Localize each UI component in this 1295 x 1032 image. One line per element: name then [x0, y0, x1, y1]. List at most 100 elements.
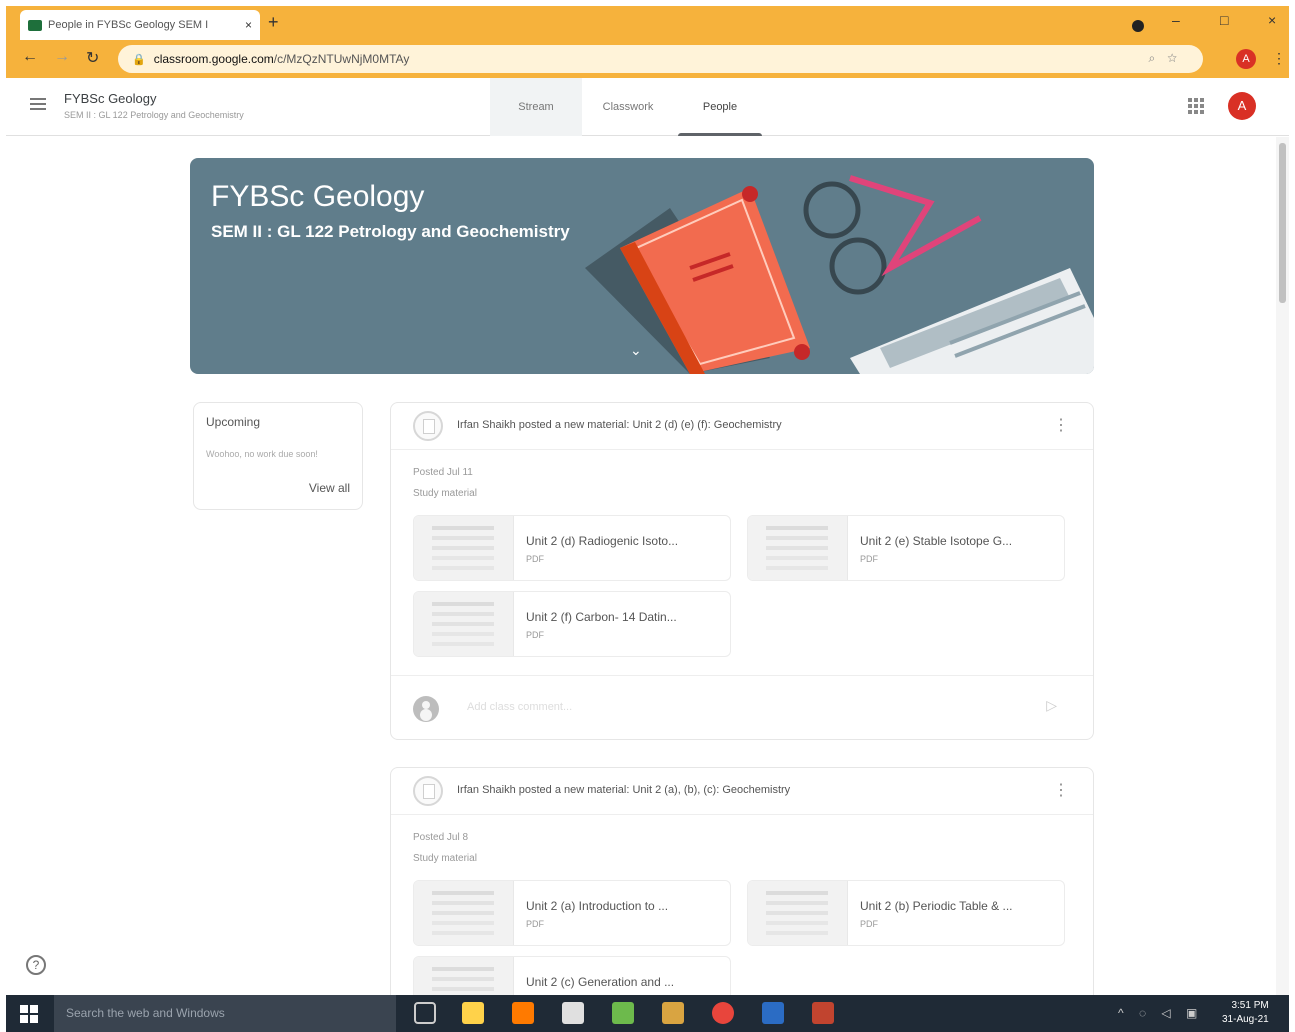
windows-start-icon[interactable] [20, 1005, 38, 1023]
attachment-card[interactable]: Unit 2 (f) Carbon- 14 Datin... PDF [413, 591, 731, 657]
comment-input[interactable]: Add class comment... [467, 701, 572, 713]
banner-title: FYBSc Geology [211, 180, 425, 213]
help-icon[interactable]: ? [26, 955, 46, 975]
post-kind: Study material [413, 488, 477, 499]
book-icon [585, 186, 810, 374]
attachment-name: Unit 2 (d) Radiogenic Isoto... [526, 534, 679, 548]
more-options-icon[interactable]: ⋮ [1053, 780, 1069, 800]
app-icon[interactable] [612, 1002, 634, 1024]
chevron-down-icon[interactable]: ⌄ [630, 342, 642, 359]
pdf-thumbnail [414, 516, 514, 580]
divider [391, 449, 1093, 450]
window-close-button[interactable]: × [1268, 12, 1276, 28]
scrollbar-thumb[interactable] [1279, 143, 1286, 303]
extension-icon[interactable] [1132, 20, 1144, 32]
tab-classwork[interactable]: Classwork [582, 78, 674, 136]
address-bar[interactable]: 🔒 classroom.google.com/c/MzQzNTUwNjM0MTA… [118, 45, 1203, 73]
forward-arrow-icon[interactable]: → [54, 48, 70, 66]
divider [391, 814, 1093, 815]
pdf-thumbnail [414, 592, 514, 656]
file-explorer-icon[interactable] [462, 1002, 484, 1024]
omnibox-actions-icon[interactable]: ⌕☆ [1148, 51, 1189, 66]
view-all-link[interactable]: View all [309, 481, 350, 495]
attachment-name: Unit 2 (b) Periodic Table & ... [860, 899, 1013, 913]
windows-taskbar: Search the web and Windows ^ ◌ ◁ ▣ 3:51 … [6, 995, 1289, 1032]
new-tab-button[interactable]: + [268, 12, 279, 33]
browser-title-bar: People in FYBSc Geology SEM I × + – □ × [6, 6, 1289, 40]
vlc-icon[interactable] [512, 1002, 534, 1024]
browser-toolbar: ← → ↻ 🔒 classroom.google.com/c/MzQzNTUwN… [6, 40, 1289, 78]
post-date: Posted Jul 11 [413, 467, 473, 478]
app-icon[interactable] [812, 1002, 834, 1024]
tab-people[interactable]: People [674, 78, 766, 136]
more-options-icon[interactable]: ⋮ [1053, 415, 1069, 435]
browser-profile-avatar[interactable]: A [1236, 49, 1256, 69]
tab-title: People in FYBSc Geology SEM I [48, 19, 209, 31]
post-title[interactable]: Irfan Shaikh posted a new material: Unit… [457, 784, 790, 796]
user-avatar-icon [413, 696, 439, 722]
calculator-icon[interactable] [562, 1002, 584, 1024]
stream-post[interactable]: Irfan Shaikh posted a new material: Unit… [390, 402, 1094, 740]
upcoming-card: Upcoming Woohoo, no work due soon! View … [193, 402, 363, 510]
post-header: Irfan Shaikh posted a new material: Unit… [391, 768, 1093, 814]
attachment-card[interactable]: Unit 2 (e) Stable Isotope G... PDF [747, 515, 1065, 581]
system-tray-icon[interactable]: ^ ◌ ◁ ▣ [1118, 1006, 1203, 1020]
screen: People in FYBSc Geology SEM I × + – □ × … [0, 0, 1295, 1032]
url-text: classroom.google.com/c/MzQzNTUwNjM0MTAy [153, 52, 410, 66]
chrome-icon[interactable] [712, 1002, 734, 1024]
word-icon[interactable] [762, 1002, 784, 1024]
browser-menu-icon[interactable]: ⋮ [1272, 50, 1286, 67]
main-menu-icon[interactable] [30, 98, 46, 110]
attachment-card[interactable]: Unit 2 (b) Periodic Table & ... PDF [747, 880, 1065, 946]
clock-date: 31-Aug-21 [1222, 1014, 1269, 1025]
task-view-icon[interactable] [414, 1002, 436, 1024]
material-icon [413, 411, 443, 441]
newspaper-icon [850, 268, 1094, 374]
send-icon[interactable]: ▷ [1046, 697, 1057, 714]
minimize-button[interactable]: – [1172, 12, 1180, 28]
lock-icon: 🔒 [132, 53, 146, 66]
maximize-button[interactable]: □ [1220, 12, 1228, 28]
pdf-thumbnail [748, 881, 848, 945]
reload-icon[interactable]: ↻ [86, 48, 99, 68]
pdf-thumbnail [748, 516, 848, 580]
page-scrollbar[interactable] [1276, 137, 1289, 995]
account-avatar[interactable]: A [1228, 92, 1256, 120]
course-title[interactable]: FYBSc Geology [64, 91, 157, 106]
attachment-name: Unit 2 (f) Carbon- 14 Datin... [526, 610, 677, 624]
attachment-type: PDF [526, 630, 544, 640]
attachment-type: PDF [526, 919, 544, 929]
attachment-name: Unit 2 (a) Introduction to ... [526, 899, 669, 913]
course-tabs: Stream Classwork People [490, 78, 766, 136]
taskbar-search-input[interactable]: Search the web and Windows [54, 995, 396, 1032]
course-banner: FYBSc Geology SEM II : GL 122 Petrology … [190, 158, 1094, 374]
attachment-type: PDF [860, 919, 878, 929]
browser-tab[interactable]: People in FYBSc Geology SEM I × [20, 10, 260, 40]
clock-time: 3:51 PM [1231, 1000, 1269, 1011]
attachment-card[interactable]: Unit 2 (a) Introduction to ... PDF [413, 880, 731, 946]
stream-post[interactable]: Irfan Shaikh posted a new material: Unit… [390, 767, 1094, 1022]
upcoming-title: Upcoming [206, 415, 261, 429]
pdf-thumbnail [414, 881, 514, 945]
taskbar-clock[interactable]: 3:51 PM 31-Aug-21 [1222, 999, 1269, 1027]
attachment-card[interactable]: Unit 2 (d) Radiogenic Isoto... PDF [413, 515, 731, 581]
comment-row: Add class comment... ▷ [391, 675, 1093, 739]
post-kind: Study material [413, 853, 477, 864]
attachment-type: PDF [860, 554, 878, 564]
post-date: Posted Jul 8 [413, 832, 469, 843]
tab-stream[interactable]: Stream [490, 78, 582, 136]
attachment-type: PDF [526, 554, 544, 564]
upcoming-empty-text: Woohoo, no work due soon! [206, 449, 318, 459]
classroom-favicon-icon [28, 19, 42, 31]
back-arrow-icon[interactable]: ← [22, 48, 38, 66]
post-title[interactable]: Irfan Shaikh posted a new material: Unit… [457, 419, 782, 431]
post-header: Irfan Shaikh posted a new material: Unit… [391, 403, 1093, 449]
course-subtitle: SEM II : GL 122 Petrology and Geochemist… [64, 110, 244, 120]
google-apps-icon[interactable] [1188, 98, 1204, 114]
material-icon [413, 776, 443, 806]
classroom-header: FYBSc Geology SEM II : GL 122 Petrology … [6, 78, 1289, 136]
tab-close-icon[interactable]: × [245, 18, 252, 32]
app-icon[interactable] [662, 1002, 684, 1024]
banner-subtitle: SEM II : GL 122 Petrology and Geochemist… [211, 222, 570, 241]
glasses-icon [803, 175, 982, 295]
